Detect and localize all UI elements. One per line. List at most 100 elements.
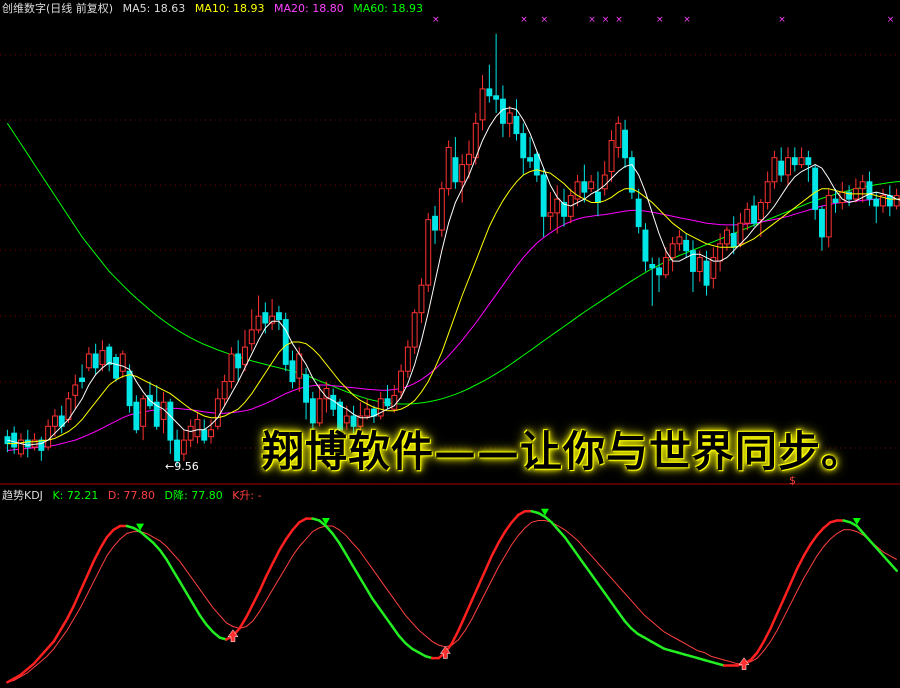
candle-body (730, 233, 737, 248)
kdj-k-segment (868, 539, 879, 550)
kdj-k-segment (477, 569, 487, 587)
candle-down (561, 188, 567, 227)
kdj-k-segment (490, 541, 500, 558)
candle-body (452, 157, 459, 183)
candle-body (520, 133, 527, 159)
kdj-k-segment (98, 535, 109, 550)
candle-down (751, 195, 757, 227)
candle-down (527, 137, 533, 169)
candle-body (106, 346, 113, 365)
kdj-k-segment (185, 591, 195, 606)
candle-up (364, 398, 371, 420)
candle-body (242, 346, 248, 365)
kdj-k-segment (483, 554, 494, 572)
kdj-k-segment (251, 589, 261, 606)
candle-body (615, 122, 622, 148)
candle-body (533, 153, 540, 176)
kdj-k-segment (450, 628, 460, 645)
kdj-k-segment (822, 521, 832, 530)
candle-body (724, 229, 730, 245)
kdj-k-segment (331, 532, 341, 545)
candle-up (839, 181, 846, 210)
candle-body (79, 377, 85, 383)
candle-body (296, 353, 303, 379)
candle-body (11, 432, 18, 448)
candle-body (174, 439, 181, 462)
kdj-k-segment (782, 582, 792, 600)
candle-down (113, 354, 119, 382)
kdj-k-segment (610, 601, 620, 613)
candle-body (221, 381, 228, 400)
candle-body (893, 195, 900, 207)
candle-body (622, 129, 628, 159)
candle-body (527, 157, 533, 162)
candle-down (167, 398, 174, 454)
candle-down (649, 257, 656, 306)
kdj-k-segment (344, 552, 354, 567)
signal-x-marker: × (520, 15, 528, 25)
kdj-k-segment (165, 558, 175, 572)
candle-up (228, 347, 235, 389)
candle-up (214, 388, 221, 430)
candle-body (825, 195, 832, 238)
candle-body (506, 112, 513, 124)
kdj-k-segment (284, 528, 294, 541)
candle-up (255, 295, 262, 334)
kdj-k-segment (391, 625, 401, 638)
candle-body (384, 398, 391, 407)
kdj-k-segment (337, 541, 348, 556)
kdj-k-segment (271, 548, 281, 565)
price-header: 创维数字(日线 前复权) MA5: 18.63 MA10: 18.93 MA20… (2, 2, 429, 16)
ma5-label: MA5: 18.63 (122, 2, 186, 15)
candle-body (683, 239, 690, 252)
kdj-k-segment (171, 569, 182, 584)
candle-body (588, 181, 595, 190)
low-price-label: ←9.56 (165, 460, 199, 473)
candle-body (547, 212, 554, 217)
candle-body (649, 264, 656, 269)
kdj-k-segment (39, 647, 49, 658)
candle-body (737, 222, 744, 245)
kdj-k-segment (464, 599, 474, 617)
kdj-header: 趋势KDJ K: 72.21 D: 77.80 D降: 77.80 K升: - (2, 489, 268, 503)
kdj-k-segment (404, 641, 414, 651)
candle-body (798, 157, 805, 166)
candle-up (554, 185, 561, 234)
candle-body (85, 353, 92, 369)
candle-body (364, 408, 371, 417)
candle-down (886, 185, 893, 217)
candle-body (45, 425, 52, 448)
kdj-k-segment (775, 597, 786, 615)
candle-body (140, 398, 147, 427)
candle-up (547, 192, 554, 231)
candle-body (72, 384, 79, 396)
candle-body (703, 260, 710, 286)
kdj-k-segment (556, 528, 567, 539)
kdj-k-segment (596, 582, 606, 595)
signal-x-marker: × (683, 15, 691, 25)
candle-body (608, 140, 615, 172)
kdj-k-segment (756, 640, 766, 654)
candle-up (785, 147, 791, 186)
kdj-chart[interactable] (6, 508, 898, 684)
candle-body (805, 157, 812, 166)
candle-up (425, 212, 432, 293)
candle-body (513, 115, 520, 135)
kdj-k-segment (769, 612, 779, 630)
candle-up (608, 130, 615, 182)
kdj-k-segment (357, 575, 367, 589)
kdj-k-label: K: 72.21 (52, 489, 99, 502)
buy-arrow-icon (738, 657, 750, 670)
kdj-k-segment (92, 547, 102, 563)
candle-up (248, 309, 255, 351)
candle-body (248, 329, 255, 345)
candle-up (140, 395, 147, 441)
candle-body (662, 257, 669, 276)
kdj-k-segment (457, 614, 467, 632)
kdj-k-segment (882, 554, 892, 565)
candle-body (791, 157, 798, 166)
candle-body (255, 315, 262, 331)
candle-body (24, 439, 31, 448)
kdj-k-segment (198, 614, 208, 626)
candlestick-chart[interactable]: × × × × × × × × × × (0, 0, 900, 688)
